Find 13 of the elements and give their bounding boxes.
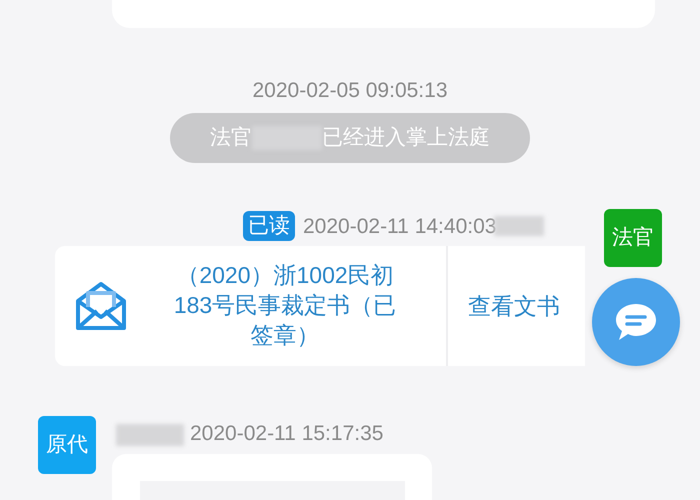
redacted-text <box>494 216 544 236</box>
envelope-icon <box>75 281 127 331</box>
chat-icon <box>614 302 658 342</box>
timestamp: 2020-02-11 14:40:03 <box>303 216 496 236</box>
document-message[interactable]: （2020）浙1002民初183号民事裁定书（已签章） 查看文书 <box>55 246 585 366</box>
view-document-link[interactable]: 查看文书 <box>468 288 560 324</box>
redacted-name <box>116 424 184 446</box>
avatar: 原代 <box>38 416 96 474</box>
timestamp: 2020-02-05 09:05:13 <box>252 80 448 101</box>
read-badge: 已读 <box>243 211 295 241</box>
avatar: 法官 <box>604 209 662 267</box>
document-title: （2020）浙1002民初183号民事裁定书（已签章） <box>172 261 398 350</box>
timestamp: 2020-02-11 15:17:35 <box>190 423 384 444</box>
